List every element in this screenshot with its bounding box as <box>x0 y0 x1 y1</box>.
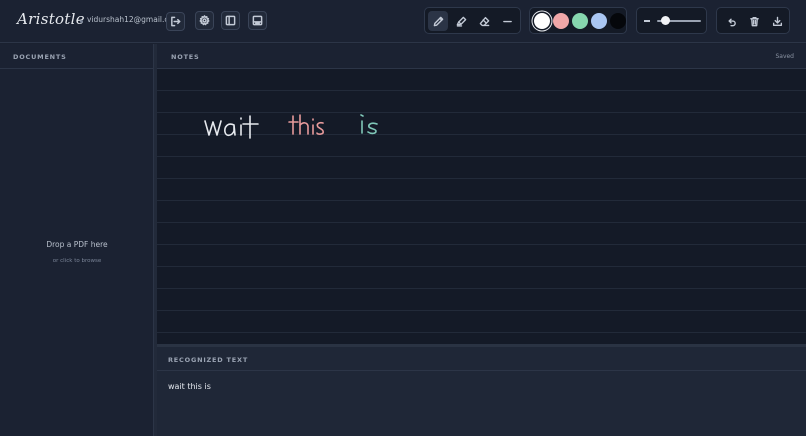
color-swatch-white[interactable] <box>534 13 550 29</box>
panel-bottom-icon <box>252 15 263 26</box>
clear-canvas-button[interactable] <box>744 11 764 31</box>
notes-title: NOTES <box>171 53 200 61</box>
download-button[interactable] <box>767 11 787 31</box>
recognized-text-output: wait this is <box>168 382 211 391</box>
status-dot <box>80 20 83 23</box>
line-icon <box>502 20 512 22</box>
sidebar-left-icon <box>225 15 236 26</box>
color-swatch-green[interactable] <box>572 13 588 29</box>
app-logo: Aristotle <box>17 10 85 28</box>
pdf-drop-zone-subtitle[interactable]: or click to browse <box>0 258 154 264</box>
drawing-tools <box>424 7 521 34</box>
handwritten-word-is <box>360 114 378 135</box>
canvas-actions <box>716 7 790 34</box>
handwritten-word-this <box>288 114 324 135</box>
highlighter-tool-button[interactable] <box>451 11 471 31</box>
undo-icon <box>728 18 736 26</box>
handwritten-word-wait <box>204 115 259 139</box>
color-swatch-blue[interactable] <box>591 13 607 29</box>
color-swatch-black[interactable] <box>610 13 626 29</box>
settings-button[interactable] <box>195 11 214 30</box>
minus-icon <box>644 20 650 22</box>
eraser-icon <box>479 16 489 26</box>
pen-tool-button[interactable] <box>428 11 448 31</box>
top-bar: Aristotle vidurshah12@gmail.com <box>0 0 806 43</box>
documents-panel: DOCUMENTS Drop a PDF here or click to br… <box>0 44 154 436</box>
color-swatch-pink[interactable] <box>553 13 569 29</box>
pdf-drop-zone-title[interactable]: Drop a PDF here <box>0 240 154 249</box>
highlighter-icon <box>456 16 466 27</box>
toggle-recognized-panel-button[interactable] <box>248 11 267 30</box>
drawing-canvas[interactable] <box>157 69 806 344</box>
handwriting-strokes <box>204 114 378 139</box>
settings-icon <box>199 15 210 26</box>
save-status: Saved <box>775 53 794 60</box>
undo-button[interactable] <box>721 11 741 31</box>
eraser-tool-button[interactable] <box>474 11 494 31</box>
download-icon <box>772 16 782 26</box>
notes-header: NOTES Saved <box>157 44 806 69</box>
color-palette <box>529 7 627 34</box>
recognized-text-header: RECOGNIZED TEXT <box>157 347 806 371</box>
notes-panel: NOTES Saved <box>157 44 806 344</box>
stroke-width-slider-thumb[interactable] <box>661 16 671 25</box>
stroke-width-control <box>636 7 707 34</box>
logout-icon <box>171 16 181 27</box>
documents-header: DOCUMENTS <box>0 44 153 69</box>
line-tool-button[interactable] <box>497 11 517 31</box>
trash-icon <box>749 16 759 26</box>
recognized-text-panel: RECOGNIZED TEXT wait this is <box>157 347 806 436</box>
logout-button[interactable] <box>166 12 185 31</box>
pencil-icon <box>433 16 443 26</box>
toggle-sidebar-button[interactable] <box>221 11 240 30</box>
